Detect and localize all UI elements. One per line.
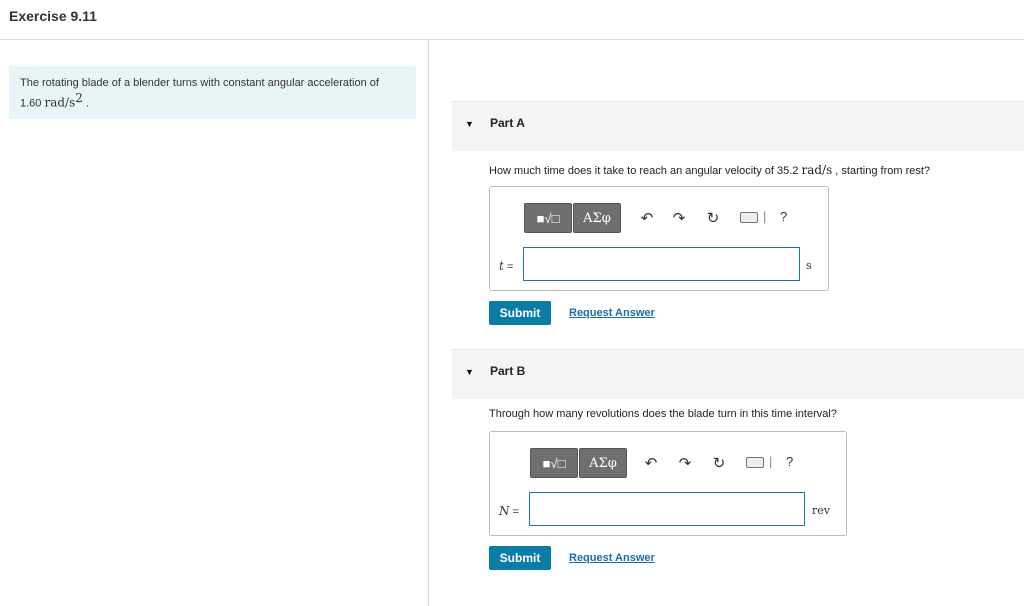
part-b-variable-label: N = bbox=[499, 504, 519, 518]
part-b-unit: rev bbox=[812, 504, 830, 517]
templates-button[interactable]: ■√□ bbox=[530, 448, 578, 478]
intro-unit-exp: 2 bbox=[75, 91, 83, 105]
redo-icon[interactable]: ↷ bbox=[676, 454, 694, 472]
part-b-request-answer-link[interactable]: Request Answer bbox=[569, 552, 655, 564]
part-b-submit-button[interactable]: Submit bbox=[489, 546, 551, 570]
part-b-answer-input[interactable] bbox=[529, 492, 805, 526]
intro-value: 1.60 bbox=[20, 97, 42, 110]
part-b-label: Part B bbox=[490, 364, 526, 378]
intro-text: The rotating blade of a blender turns wi… bbox=[20, 77, 379, 89]
part-a-request-answer-link[interactable]: Request Answer bbox=[569, 307, 655, 319]
collapse-triangle-icon[interactable]: ▼ bbox=[465, 367, 474, 377]
part-a-label: Part A bbox=[490, 116, 525, 130]
page-title: Exercise 9.11 bbox=[9, 8, 97, 24]
templates-button[interactable]: ■√□ bbox=[524, 203, 572, 233]
undo-icon[interactable]: ↶ bbox=[642, 454, 660, 472]
part-a-answer-box: ■√□ ΑΣφ ↶ ↷ ↻ | ? t = s bbox=[489, 186, 829, 291]
column-divider bbox=[428, 40, 429, 606]
part-a-variable-label: t = bbox=[499, 259, 514, 273]
greek-symbols-button[interactable]: ΑΣφ bbox=[573, 203, 621, 233]
part-b-question: Through how many revolutions does the bl… bbox=[489, 408, 837, 420]
page-header: Exercise 9.11 bbox=[0, 0, 1024, 40]
redo-icon[interactable]: ↷ bbox=[670, 209, 688, 227]
part-a-header[interactable]: ▼ Part A bbox=[452, 101, 1024, 151]
part-a-submit-button[interactable]: Submit bbox=[489, 301, 551, 325]
collapse-triangle-icon[interactable]: ▼ bbox=[465, 119, 474, 129]
part-b-header[interactable]: ▼ Part B bbox=[452, 349, 1024, 399]
part-a-answer-input[interactable] bbox=[523, 247, 800, 281]
reset-icon[interactable]: ↻ bbox=[710, 454, 728, 472]
keyboard-icon[interactable] bbox=[746, 457, 764, 468]
reset-icon[interactable]: ↻ bbox=[704, 209, 722, 227]
toolbar-separator: | bbox=[763, 209, 767, 224]
greek-symbols-button[interactable]: ΑΣφ bbox=[579, 448, 627, 478]
toolbar-separator: | bbox=[769, 454, 773, 469]
help-button[interactable]: ? bbox=[786, 454, 793, 469]
part-a-unit: s bbox=[806, 259, 812, 272]
intro-unit: rad/s bbox=[44, 95, 76, 110]
help-button[interactable]: ? bbox=[780, 209, 787, 224]
undo-icon[interactable]: ↶ bbox=[638, 209, 656, 227]
keyboard-icon[interactable] bbox=[740, 212, 758, 223]
part-b-answer-box: ■√□ ΑΣφ ↶ ↷ ↻ | ? N = rev bbox=[489, 431, 847, 536]
intro-period: . bbox=[85, 97, 90, 110]
problem-intro: The rotating blade of a blender turns wi… bbox=[9, 66, 416, 119]
part-a-question: How much time does it take to reach an a… bbox=[489, 163, 931, 177]
